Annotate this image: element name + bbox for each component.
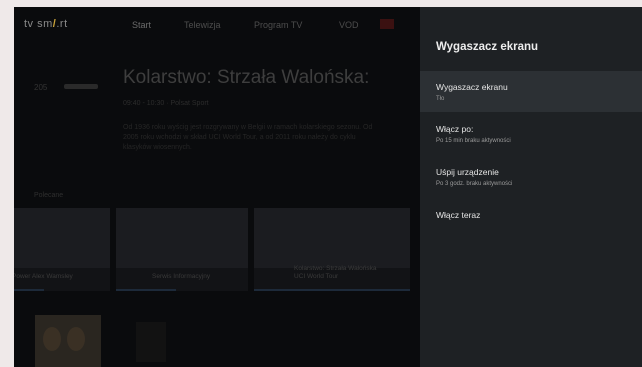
- hero-description: Od 1936 roku wyścig jest rozgrywany w Be…: [123, 124, 373, 151]
- poster-figure: [67, 327, 85, 351]
- menu-item-screensaver[interactable]: Wygaszacz ekranu Tło: [420, 71, 642, 112]
- tile-caption: Serwis Informacyjny: [152, 273, 211, 280]
- tile-3[interactable]: Kolarstwo: Strzała Walońska UCI World To…: [254, 208, 410, 291]
- menu-item-label: Wygaszacz ekranu: [436, 82, 508, 92]
- tile-caption: Kolarstwo: Strzała Walońska UCI World To…: [294, 265, 377, 280]
- poster-figure: [43, 327, 61, 351]
- tile-progress: [254, 289, 410, 291]
- section-label: Polecane: [34, 192, 64, 199]
- menu-item-sleep-device[interactable]: Uśpij urządzenie Po 3 godz. braku aktywn…: [420, 159, 642, 200]
- logo-text: tv sm: [24, 18, 53, 30]
- menu-item-sub: Tło: [436, 96, 445, 102]
- tile-thumbnail: [254, 208, 410, 268]
- menu-item-label: Włącz po:: [436, 124, 474, 134]
- screensaver-settings-panel: Wygaszacz ekranu Wygaszacz ekranu Tło Wł…: [420, 7, 642, 367]
- poster-thumbnail[interactable]: [35, 315, 101, 367]
- menu-item-sub: Po 15 min braku aktywności: [436, 138, 511, 144]
- menu-item-label: Uśpij urządzenie: [436, 167, 499, 177]
- menu-item-sub: Po 3 godz. braku aktywności: [436, 181, 513, 187]
- nav-record-icon[interactable]: [380, 19, 394, 29]
- panel-title: Wygaszacz ekranu: [436, 41, 539, 53]
- logo-text-end: .rt: [56, 18, 68, 30]
- menu-item-start-now[interactable]: Włącz teraz: [420, 203, 642, 229]
- nav-start[interactable]: Start: [132, 20, 151, 30]
- channel-logo-icon: [64, 84, 98, 89]
- menu-item-label: Włącz teraz: [436, 210, 481, 220]
- poster-thumbnail[interactable]: [136, 322, 166, 362]
- nav-program-tv[interactable]: Program TV: [254, 20, 302, 30]
- menu-item-turn-on-after[interactable]: Włącz po: Po 15 min braku aktywności: [420, 115, 642, 156]
- tile-1[interactable]: Power Alex Wamsley: [14, 208, 110, 291]
- tile-thumbnail: [14, 208, 110, 268]
- hero-meta: 09:40 - 10:30 · Polsat Sport: [123, 100, 209, 107]
- hero-title: Kolarstwo: Strzała Walońska:: [123, 67, 370, 88]
- tile-thumbnail: [116, 208, 248, 268]
- nav-telewizja[interactable]: Telewizja: [184, 20, 221, 30]
- background-home: tv sm/.rt Start Telewizja Program TV VOD…: [14, 7, 419, 367]
- tv-screen: tv sm/.rt Start Telewizja Program TV VOD…: [14, 7, 642, 367]
- tile-progress: [116, 289, 176, 291]
- tile-progress: [14, 289, 44, 291]
- app-logo: tv sm/.rt: [24, 18, 68, 30]
- tile-caption: Power Alex Wamsley: [14, 273, 73, 280]
- nav-vod[interactable]: VOD: [339, 20, 359, 30]
- tile-2[interactable]: Serwis Informacyjny: [116, 208, 248, 291]
- channel-number: 205: [34, 83, 48, 92]
